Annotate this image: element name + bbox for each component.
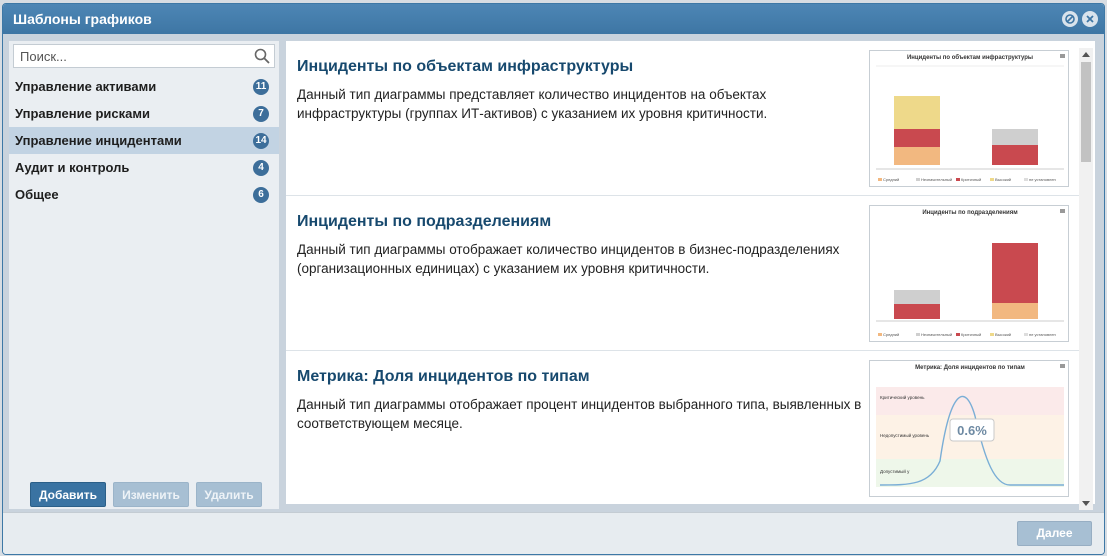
sidebar-item-incidents[interactable]: Управление инцидентами 14 <box>9 127 279 154</box>
scroll-down-icon[interactable] <box>1082 501 1090 506</box>
sidebar-item-general[interactable]: Общее 6 <box>9 181 279 208</box>
edit-button[interactable]: Изменить <box>113 482 189 507</box>
sidebar-item-label: Аудит и контроль <box>15 160 130 175</box>
zone-label: Недопустимый уровень <box>880 432 930 438</box>
scroll-up-icon[interactable] <box>1082 52 1090 57</box>
search-input[interactable] <box>14 45 249 67</box>
zone-label: Допустимый у <box>880 468 910 474</box>
preview-title: Инциденты по объектам инфраструктуры <box>907 54 1033 61</box>
template-title: Метрика: Доля инцидентов по типам <box>297 368 590 385</box>
dialog-body: Управление активами 11 Управление рискам… <box>3 34 1104 512</box>
sidebar-item-label: Управление инцидентами <box>15 133 182 148</box>
preview-title: Инциденты по подразделениям <box>922 210 1018 216</box>
legend-item: Средний <box>883 177 899 182</box>
count-badge: 7 <box>253 106 269 122</box>
category-sidebar: Управление активами 11 Управление рискам… <box>9 41 279 509</box>
search-box <box>13 44 275 68</box>
sidebar-item-risks[interactable]: Управление рисками 7 <box>9 100 279 127</box>
legend-item: Незначительный <box>921 177 952 182</box>
template-list: Инциденты по объектам инфраструктуры Дан… <box>286 41 1095 504</box>
next-button[interactable]: Далее <box>1017 521 1092 546</box>
chart-preview: Инциденты по подразделениям Средний Незн… <box>869 205 1069 342</box>
template-description: Данный тип диаграммы отображает процент … <box>297 397 862 431</box>
sidebar-item-assets[interactable]: Управление активами 11 <box>9 73 279 100</box>
legend-item: Средний <box>883 332 899 337</box>
delete-button[interactable]: Удалить <box>196 482 262 507</box>
sidebar-item-audit[interactable]: Аудит и контроль 4 <box>9 154 279 181</box>
metric-value: 0.6% <box>957 423 987 438</box>
chart-preview: Метрика: Доля инцидентов по типам Критич… <box>869 360 1069 497</box>
minimize-icon[interactable] <box>1062 11 1078 27</box>
sidebar-item-label: Управление рисками <box>15 106 150 121</box>
template-description: Данный тип диаграммы представляет количе… <box>297 87 768 121</box>
count-badge: 11 <box>253 79 269 95</box>
chart-preview: Инциденты по объектам инфраструктуры Сре… <box>869 50 1069 187</box>
close-icon[interactable] <box>1082 11 1098 27</box>
legend-item: Критичный <box>961 332 981 337</box>
count-badge: 14 <box>253 133 269 149</box>
legend-item: Критичный <box>961 177 981 182</box>
sidebar-item-label: Управление активами <box>15 79 157 94</box>
dialog-footer: Далее <box>3 512 1104 554</box>
sidebar-item-label: Общее <box>15 187 59 202</box>
preview-title: Метрика: Доля инцидентов по типам <box>915 365 1025 371</box>
template-description: Данный тип диаграммы отображает количест… <box>297 242 840 276</box>
count-badge: 4 <box>253 160 269 176</box>
template-card[interactable]: Инциденты по объектам инфраструктуры Дан… <box>286 41 1080 196</box>
chart-templates-dialog: Шаблоны графиков Управление активами 11 <box>2 3 1105 555</box>
count-badge: 6 <box>253 187 269 203</box>
legend-item: Незначительный <box>921 332 952 337</box>
vertical-scrollbar[interactable] <box>1079 48 1093 510</box>
search-icon[interactable] <box>254 48 270 69</box>
title-bar: Шаблоны графиков <box>3 4 1104 34</box>
add-button[interactable]: Добавить <box>30 482 106 507</box>
zone-label: Критический уровень <box>880 394 925 400</box>
legend-item: Высокий <box>995 332 1011 337</box>
template-title: Инциденты по объектам инфраструктуры <box>297 58 634 75</box>
scrollbar-thumb[interactable] <box>1081 62 1091 162</box>
category-list: Управление активами 11 Управление рискам… <box>9 73 279 208</box>
legend-item: не установлен <box>1029 177 1056 182</box>
template-card[interactable]: Инциденты по подразделениям Данный тип д… <box>286 196 1080 351</box>
template-card[interactable]: Метрика: Доля инцидентов по типам Данный… <box>286 351 1080 504</box>
dialog-title: Шаблоны графиков <box>13 11 152 27</box>
legend-item: не установлен <box>1029 332 1056 337</box>
template-title: Инциденты по подразделениям <box>297 213 552 230</box>
legend-item: Высокий <box>995 177 1011 182</box>
